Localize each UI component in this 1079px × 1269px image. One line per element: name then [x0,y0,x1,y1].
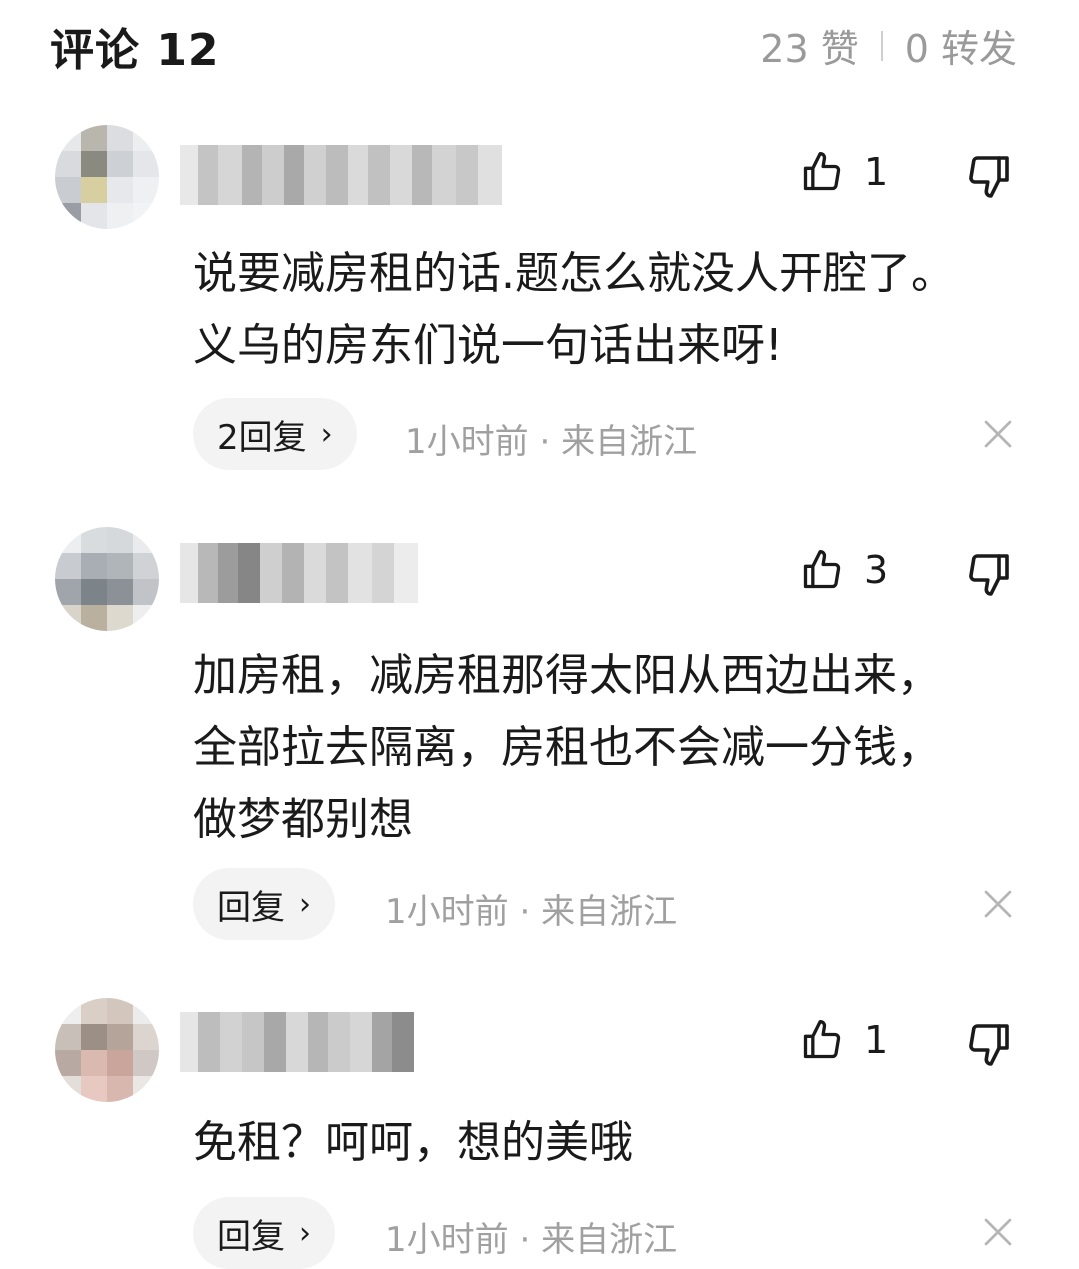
avatar[interactable] [55,998,159,1102]
like-button[interactable]: 1 [800,1018,888,1062]
comment-time: 1小时前 [385,892,509,932]
like-button[interactable]: 1 [800,150,888,194]
shares-count[interactable]: 0 转发 [905,18,1017,73]
reply-label: 2回复 [217,417,307,458]
comment-location: 来自浙江 [561,422,698,462]
reply-label: 回复 [217,887,285,928]
comment-location: 来自浙江 [541,892,678,932]
comment-time: 1小时前 [385,1220,509,1260]
reply-button[interactable]: 2回复 › [193,398,357,470]
chevron-right-icon: › [320,416,333,452]
stats-divider [880,30,883,61]
close-icon[interactable] [982,1216,1014,1248]
close-icon[interactable] [982,888,1014,920]
comment-text: 说要减房租的话.题怎么就没人开腔了。 义乌的房东们说一句话出来呀! [193,248,955,371]
avatar[interactable] [55,527,159,631]
comment-time: 1小时前 [405,422,529,462]
meta-dot: · [539,422,562,462]
comments-title: 评论 12 [50,25,220,76]
likes-count[interactable]: 23 赞 [760,18,858,73]
meta-dot: · [519,892,542,932]
comment-text: 免租？呵呵，想的美哦 [193,1117,633,1168]
reply-button[interactable]: 回复 › [193,1197,335,1269]
comment-meta: 1小时前 · 来自浙江 [405,414,697,463]
username-blurred[interactable] [180,1012,414,1072]
thumbs-down-icon[interactable] [965,152,1013,200]
comment-text: 加房租，减房租那得太阳从西边出来， 全部拉去隔离，房租也不会减一分钱， 做梦都别… [193,650,941,845]
thumbs-up-icon [803,152,841,191]
comment-meta: 1小时前 · 来自浙江 [385,884,677,933]
thumbs-up-icon [803,550,841,589]
chevron-right-icon: › [299,886,311,922]
thumbs-down-icon[interactable] [965,550,1013,598]
thumbs-down-icon[interactable] [965,1020,1013,1068]
comment-location: 来自浙江 [541,1220,678,1260]
like-count: 3 [864,548,889,592]
reply-button[interactable]: 回复 › [193,868,335,940]
close-icon[interactable] [982,418,1014,450]
thumbs-up-icon [803,1020,841,1059]
post-stats: 23 赞 0 转发 [760,18,1017,73]
reply-label: 回复 [217,1216,285,1257]
meta-dot: · [519,1220,542,1260]
comments-header: 评论 12 23 赞 0 转发 [0,0,1079,90]
like-count: 1 [864,1018,889,1062]
username-blurred[interactable] [180,543,418,603]
chevron-right-icon: › [299,1215,311,1251]
like-count: 1 [864,150,889,194]
username-blurred[interactable] [180,145,502,205]
like-button[interactable]: 3 [800,548,888,592]
comment-meta: 1小时前 · 来自浙江 [385,1212,677,1261]
avatar[interactable] [55,125,159,229]
